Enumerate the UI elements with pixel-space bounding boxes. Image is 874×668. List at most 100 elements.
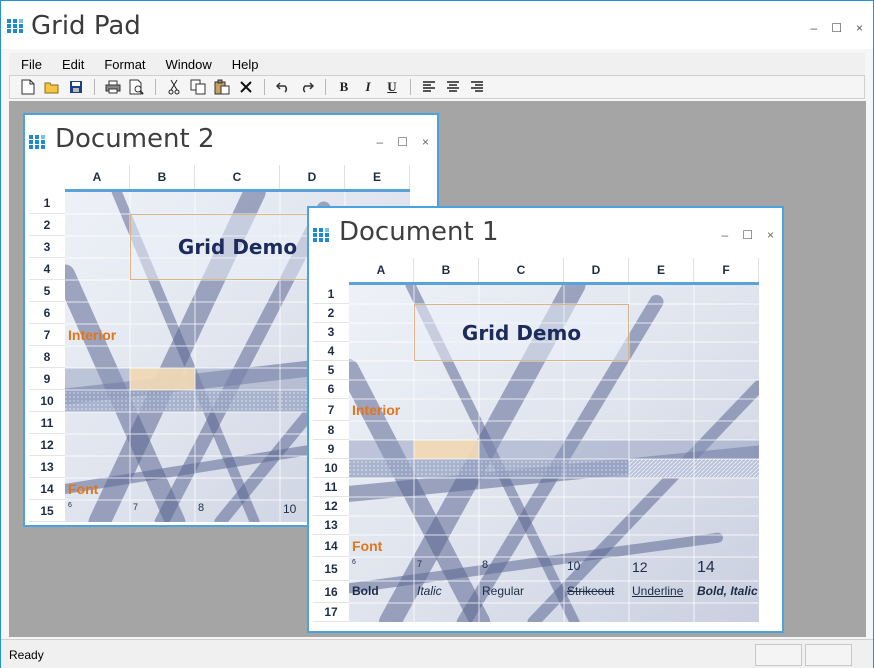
- align-left-icon[interactable]: [419, 77, 439, 97]
- row-header[interactable]: 3: [29, 236, 65, 258]
- font-style-sample: Strikeout: [567, 584, 615, 598]
- font-size-sample: 8: [482, 559, 489, 571]
- new-file-icon[interactable]: [18, 77, 38, 97]
- undo-icon[interactable]: [273, 77, 293, 97]
- cut-icon[interactable]: [164, 77, 184, 97]
- column-header[interactable]: A: [65, 165, 130, 189]
- menu-format[interactable]: Format: [104, 57, 145, 72]
- document-title: Document 1: [339, 217, 499, 247]
- row-header[interactable]: 9: [313, 440, 349, 459]
- row-header[interactable]: 3: [313, 323, 349, 342]
- grid-demo-merged-cell[interactable]: Grid Demo: [414, 304, 629, 361]
- menu-file[interactable]: File: [21, 57, 42, 72]
- bold-button[interactable]: B: [334, 77, 354, 97]
- document-window-controls: – ☐ ×: [377, 135, 429, 149]
- row-header[interactable]: 5: [29, 280, 65, 302]
- font-size-sample: 10: [567, 559, 581, 573]
- align-right-icon[interactable]: [467, 77, 487, 97]
- row-header[interactable]: 11: [313, 478, 349, 497]
- toolbar-separator: [325, 79, 326, 95]
- copy-icon[interactable]: [188, 77, 208, 97]
- minimize-button[interactable]: –: [377, 135, 384, 149]
- toolbar-separator: [410, 79, 411, 95]
- font-size-sample: 14: [697, 559, 715, 576]
- row-header[interactable]: 6: [29, 302, 65, 324]
- maximize-button[interactable]: ☐: [742, 228, 753, 242]
- interior-label: Interior: [68, 327, 117, 343]
- row-header[interactable]: 13: [29, 456, 65, 478]
- print-icon[interactable]: [103, 77, 123, 97]
- close-button[interactable]: ×: [767, 228, 774, 242]
- menu-help[interactable]: Help: [232, 57, 259, 72]
- column-header[interactable]: B: [130, 165, 195, 189]
- maximize-button[interactable]: ☐: [831, 21, 842, 35]
- row-header[interactable]: 8: [29, 346, 65, 368]
- column-header[interactable]: E: [345, 165, 410, 189]
- delete-icon[interactable]: [236, 77, 256, 97]
- row-header[interactable]: 17: [313, 603, 349, 622]
- column-header[interactable]: F: [694, 258, 759, 282]
- row-header[interactable]: 16: [313, 581, 349, 603]
- column-header[interactable]: E: [629, 258, 694, 282]
- font-size-sample: 10: [283, 502, 297, 516]
- print-preview-icon[interactable]: [127, 77, 147, 97]
- row-header[interactable]: 13: [313, 516, 349, 535]
- row-header[interactable]: 10: [313, 459, 349, 478]
- close-button[interactable]: ×: [856, 21, 863, 35]
- row-header[interactable]: 7: [313, 399, 349, 421]
- row-header[interactable]: 1: [313, 285, 349, 304]
- grid-logo-icon: [7, 19, 23, 33]
- redo-icon[interactable]: [297, 77, 317, 97]
- align-center-icon[interactable]: [443, 77, 463, 97]
- document-1-window[interactable]: Document 1 – ☐ × A B C D E F 1 2 3 4 5 6 7 8 9 10 11 12 13…: [307, 206, 784, 633]
- open-folder-icon[interactable]: [42, 77, 62, 97]
- row-header[interactable]: 2: [29, 214, 65, 236]
- row-header[interactable]: 14: [29, 478, 65, 500]
- row-header[interactable]: 1: [29, 192, 65, 214]
- window-controls: – ☐ ×: [811, 21, 863, 35]
- column-header[interactable]: D: [564, 258, 629, 282]
- close-button[interactable]: ×: [422, 135, 429, 149]
- row-header[interactable]: 8: [313, 421, 349, 440]
- row-header[interactable]: 4: [29, 258, 65, 280]
- underline-button[interactable]: U: [382, 77, 402, 97]
- column-header[interactable]: D: [280, 165, 345, 189]
- column-header[interactable]: C: [479, 258, 564, 282]
- document-title-bar[interactable]: Document 1 – ☐ ×: [309, 208, 782, 258]
- row-header[interactable]: 11: [29, 412, 65, 434]
- menu-edit[interactable]: Edit: [62, 57, 84, 72]
- column-header[interactable]: A: [349, 258, 414, 282]
- grid-logo-icon: [313, 228, 329, 242]
- row-header[interactable]: 10: [29, 390, 65, 412]
- row-header[interactable]: 14: [313, 535, 349, 557]
- toolbar: B I U: [9, 75, 865, 99]
- row-header[interactable]: 4: [313, 342, 349, 361]
- paste-icon[interactable]: [212, 77, 232, 97]
- toolbar-separator: [94, 79, 95, 95]
- status-bar: Ready: [1, 639, 873, 668]
- italic-button[interactable]: I: [358, 77, 378, 97]
- row-header[interactable]: 9: [29, 368, 65, 390]
- row-header[interactable]: 5: [313, 361, 349, 380]
- document-title: Document 2: [55, 124, 215, 154]
- save-icon[interactable]: [66, 77, 86, 97]
- row-header[interactable]: 2: [313, 304, 349, 323]
- font-label: Font: [352, 538, 383, 554]
- minimize-button[interactable]: –: [811, 21, 818, 35]
- menu-window[interactable]: Window: [166, 57, 212, 72]
- column-header[interactable]: B: [414, 258, 479, 282]
- row-header[interactable]: 12: [313, 497, 349, 516]
- row-header[interactable]: 15: [29, 500, 65, 522]
- font-style-sample: Bold: [352, 584, 379, 598]
- row-header[interactable]: 6: [313, 380, 349, 399]
- document-title-bar[interactable]: Document 2 – ☐ ×: [25, 115, 437, 165]
- font-label: Font: [68, 481, 99, 497]
- minimize-button[interactable]: –: [722, 228, 729, 242]
- maximize-button[interactable]: ☐: [397, 135, 408, 149]
- column-header[interactable]: C: [195, 165, 280, 189]
- row-header[interactable]: 12: [29, 434, 65, 456]
- row-header[interactable]: 15: [313, 557, 349, 581]
- title-bar[interactable]: Grid Pad – ☐ ×: [1, 1, 873, 49]
- document-window-controls: – ☐ ×: [722, 228, 774, 242]
- row-header[interactable]: 7: [29, 324, 65, 346]
